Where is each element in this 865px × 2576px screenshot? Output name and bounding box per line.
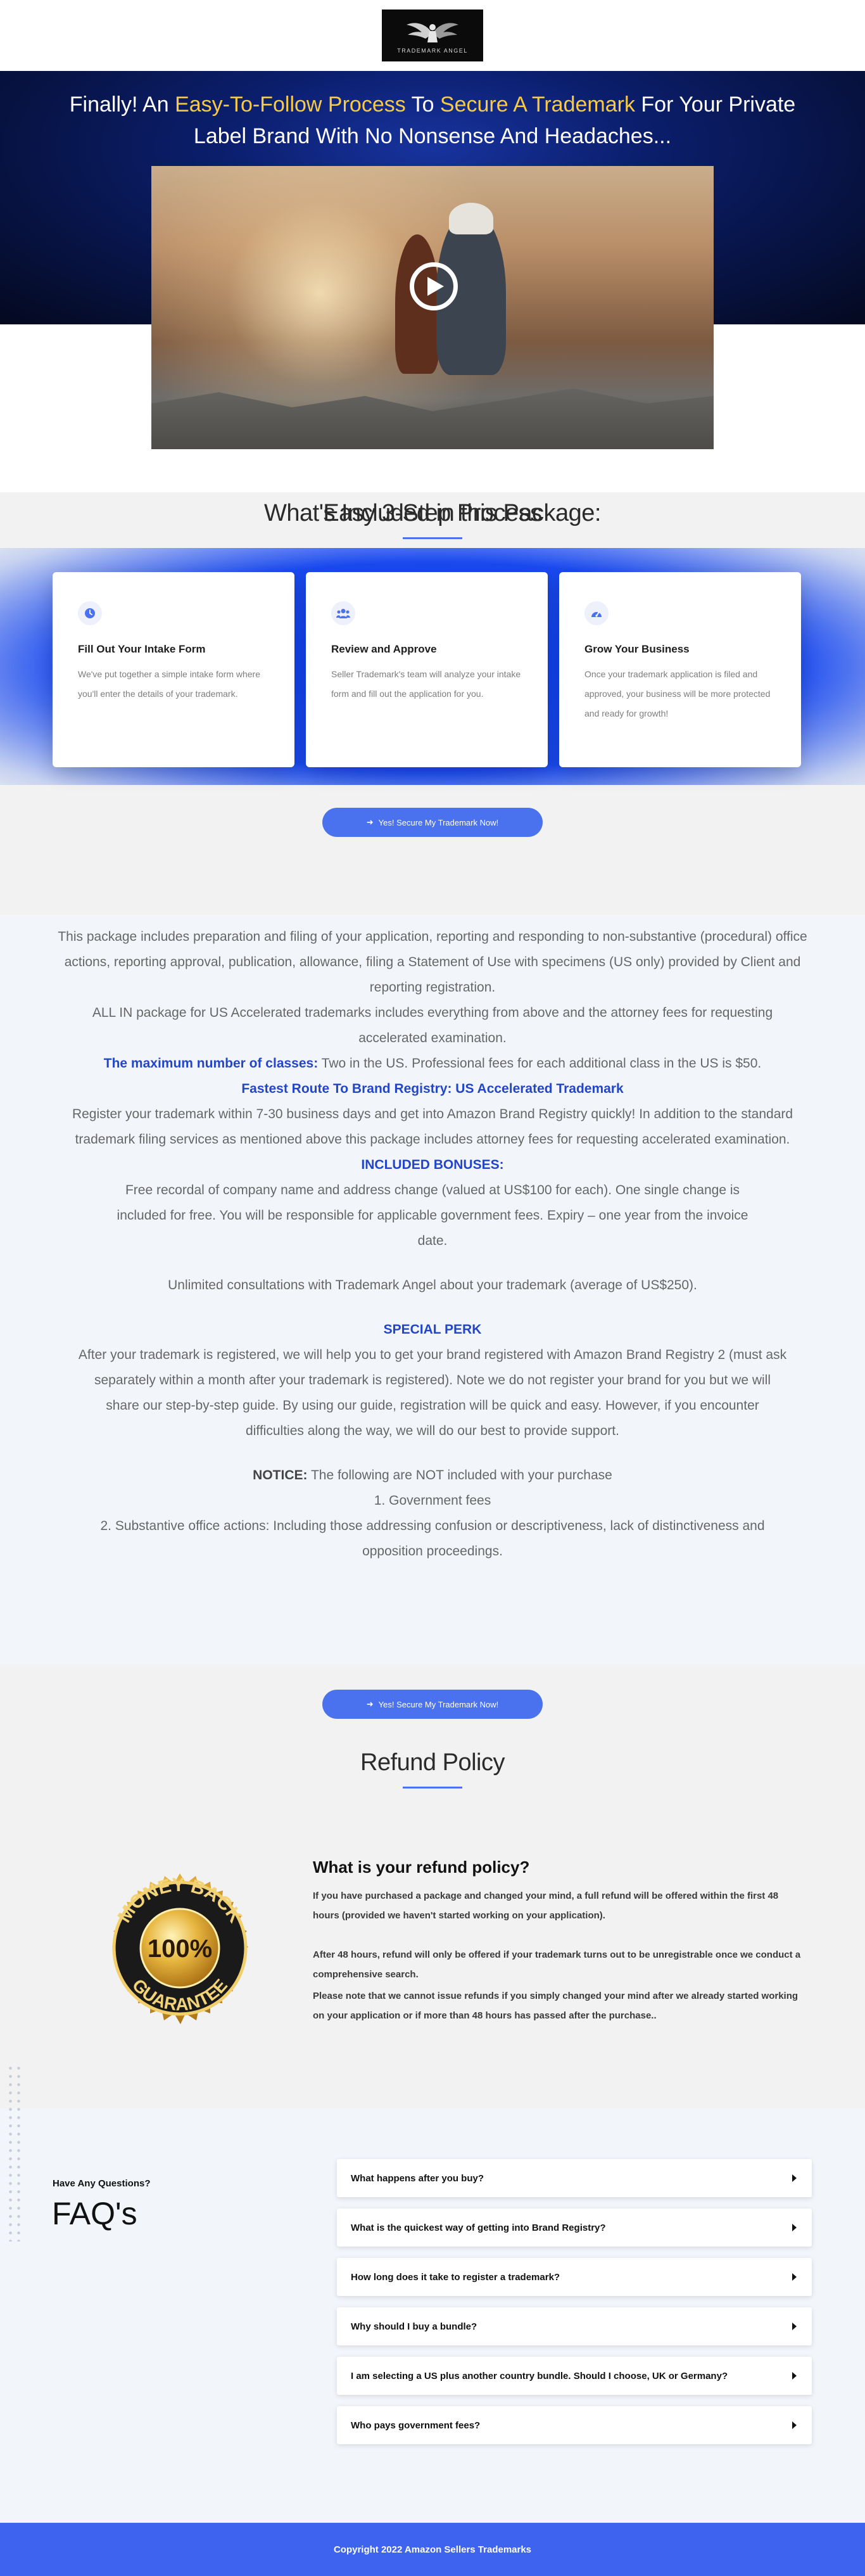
- perk-text: After your trademark is registered, we w…: [78, 1348, 787, 1438]
- header: TRADEMARK ANGEL: [0, 0, 865, 71]
- title-underline: [403, 537, 462, 539]
- cta-wrap: ➜ Yes! Secure My Trademark Now!: [0, 808, 865, 837]
- cta-wrap: ➜ Yes! Secure My Trademark Now!: [0, 1690, 865, 1719]
- money-back-guarantee-badge: MONEY BACK 100% GUARANTEE: [112, 1873, 248, 2024]
- play-button[interactable]: [410, 262, 458, 310]
- angel-wings-icon: [407, 23, 458, 42]
- notice-item: 1. Government fees: [374, 1493, 491, 1508]
- register-text: Register your trademark within 7-30 busi…: [72, 1107, 793, 1147]
- package-all-in: ALL IN package for US Accelerated tradem…: [92, 1005, 773, 1045]
- step-card: Grow Your Business Once your trademark a…: [559, 572, 801, 767]
- hero-title-highlight: Easy-To-Follow Process: [175, 92, 406, 117]
- faq-item[interactable]: Who pays government fees?: [337, 2406, 812, 2444]
- faq-kicker: Have Any Questions?: [53, 2178, 151, 2189]
- notice: NOTICE: The following are NOT included w…: [0, 1463, 865, 1488]
- footer: Copyright 2022 Amazon Sellers Trademarks: [0, 2523, 865, 2576]
- faq-question: How long does it take to register a trad…: [351, 2271, 560, 2283]
- faq-item[interactable]: How long does it take to register a trad…: [337, 2258, 812, 2296]
- hero-section: Finally! An Easy-To-Follow Process To Se…: [0, 71, 865, 449]
- cta-button[interactable]: ➜ Yes! Secure My Trademark Now!: [322, 1690, 543, 1719]
- bonus-item: Free recordal of company name and addres…: [117, 1183, 748, 1248]
- refund-section: ➜ Yes! Secure My Trademark Now! Refund P…: [0, 1664, 865, 2108]
- step-text: We've put together a simple intake form …: [78, 669, 260, 699]
- caret-right-icon: [792, 2372, 797, 2380]
- package-details: This package includes preparation and fi…: [0, 915, 865, 1664]
- video-thumbnail-cap: [449, 203, 493, 234]
- page: TRADEMARK ANGEL Finally! An Easy-To-Foll…: [0, 0, 865, 2576]
- caret-right-icon: [792, 2273, 797, 2281]
- faq-title: FAQ's: [52, 2196, 137, 2231]
- logo-text: TRADEMARK ANGEL: [397, 48, 468, 54]
- caret-right-icon: [792, 2323, 797, 2330]
- step-title: Review and Approve: [331, 643, 437, 655]
- faq-item[interactable]: I am selecting a US plus another country…: [337, 2357, 812, 2395]
- notice-item: 2. Substantive office actions: Including…: [100, 1519, 765, 1559]
- arrow-right-icon: ➜: [366, 817, 374, 827]
- refund-paragraph: If you have purchased a package and chan…: [313, 1891, 779, 1921]
- faq-question: What happens after you buy?: [351, 2172, 484, 2184]
- bonus-item: Unlimited consultations with Trademark A…: [168, 1278, 697, 1292]
- fastest-route-text: Fastest Route To Brand Registry: US Acce…: [241, 1081, 624, 1096]
- cta-label: Yes! Secure My Trademark Now!: [378, 817, 499, 827]
- refund-paragraph: Please note that we cannot issue refunds…: [313, 1991, 799, 2021]
- logo[interactable]: TRADEMARK ANGEL: [382, 10, 483, 61]
- arrow-right-icon: ➜: [366, 1699, 374, 1709]
- hero-title-part: Finally! An: [69, 92, 175, 117]
- package-intro: This package includes preparation and fi…: [58, 929, 807, 995]
- fastest-route-heading: Fastest Route To Brand Registry: US Acce…: [0, 1076, 865, 1102]
- faq-section: Have Any Questions? FAQ's What happens a…: [0, 2064, 865, 2523]
- dot-pattern-decoration: [6, 2064, 25, 2241]
- max-classes-text: Two in the US. Professional fees for eac…: [318, 1056, 762, 1071]
- perk-heading: SPECIAL PERK: [0, 1317, 865, 1342]
- faq-question: What is the quickest way of getting into…: [351, 2222, 606, 2233]
- cta-button[interactable]: ➜ Yes! Secure My Trademark Now!: [322, 808, 543, 837]
- refund-paragraph: After 48 hours, refund will only be offe…: [313, 1949, 801, 1980]
- badge-line2: 100%: [148, 1935, 212, 1963]
- step-title: Grow Your Business: [584, 643, 690, 655]
- hero-title-highlight: Secure A Trademark: [439, 92, 635, 117]
- title-underline: [403, 1787, 462, 1789]
- caret-right-icon: [792, 2421, 797, 2429]
- faq-question: Why should I buy a bundle?: [351, 2321, 477, 2332]
- play-icon: [427, 277, 444, 296]
- bonuses-heading-text: INCLUDED BONUSES:: [361, 1157, 504, 1172]
- step-title: Fill Out Your Intake Form: [78, 643, 206, 655]
- package-title: What's Included in this Package:: [264, 500, 602, 526]
- max-classes: The maximum number of classes: Two in th…: [0, 1051, 865, 1076]
- step-text: Seller Trademark's team will analyze you…: [331, 669, 521, 699]
- cta-label: Yes! Secure My Trademark Now!: [378, 1699, 499, 1709]
- users-icon: [331, 601, 355, 625]
- faq-question: I am selecting a US plus another country…: [351, 2370, 728, 2382]
- clock-icon: [78, 601, 102, 625]
- hero-title: Finally! An Easy-To-Follow Process To Se…: [51, 89, 814, 152]
- bonuses-heading: INCLUDED BONUSES:: [0, 1152, 865, 1178]
- gauge-icon: [584, 601, 609, 625]
- video-player[interactable]: [151, 166, 714, 449]
- copyright-text: Copyright 2022 Amazon Sellers Trademarks: [333, 2544, 532, 2555]
- step-card: Fill Out Your Intake Form We've put toge…: [53, 572, 294, 767]
- caret-right-icon: [792, 2224, 797, 2231]
- hero-title-part: To: [405, 92, 440, 117]
- caret-right-icon: [792, 2174, 797, 2182]
- faq-item[interactable]: What is the quickest way of getting into…: [337, 2209, 812, 2247]
- faq-item[interactable]: Why should I buy a bundle?: [337, 2307, 812, 2345]
- steps-section: Easy 3-Step Process Fill Out Your Intake…: [0, 492, 865, 915]
- notice-text: The following are NOT included with your…: [307, 1468, 612, 1482]
- step-text: Once your trademark application is filed…: [584, 669, 771, 718]
- refund-question: What is your refund policy?: [313, 1858, 530, 1877]
- notice-label: NOTICE:: [253, 1468, 308, 1482]
- faq-question: Who pays government fees?: [351, 2420, 481, 2431]
- refund-title: Refund Policy: [360, 1749, 505, 1776]
- max-classes-label: The maximum number of classes:: [103, 1056, 319, 1071]
- faq-item[interactable]: What happens after you buy?: [337, 2159, 812, 2197]
- step-card: Review and Approve Seller Trademark's te…: [306, 572, 548, 767]
- perk-heading-text: SPECIAL PERK: [383, 1322, 482, 1337]
